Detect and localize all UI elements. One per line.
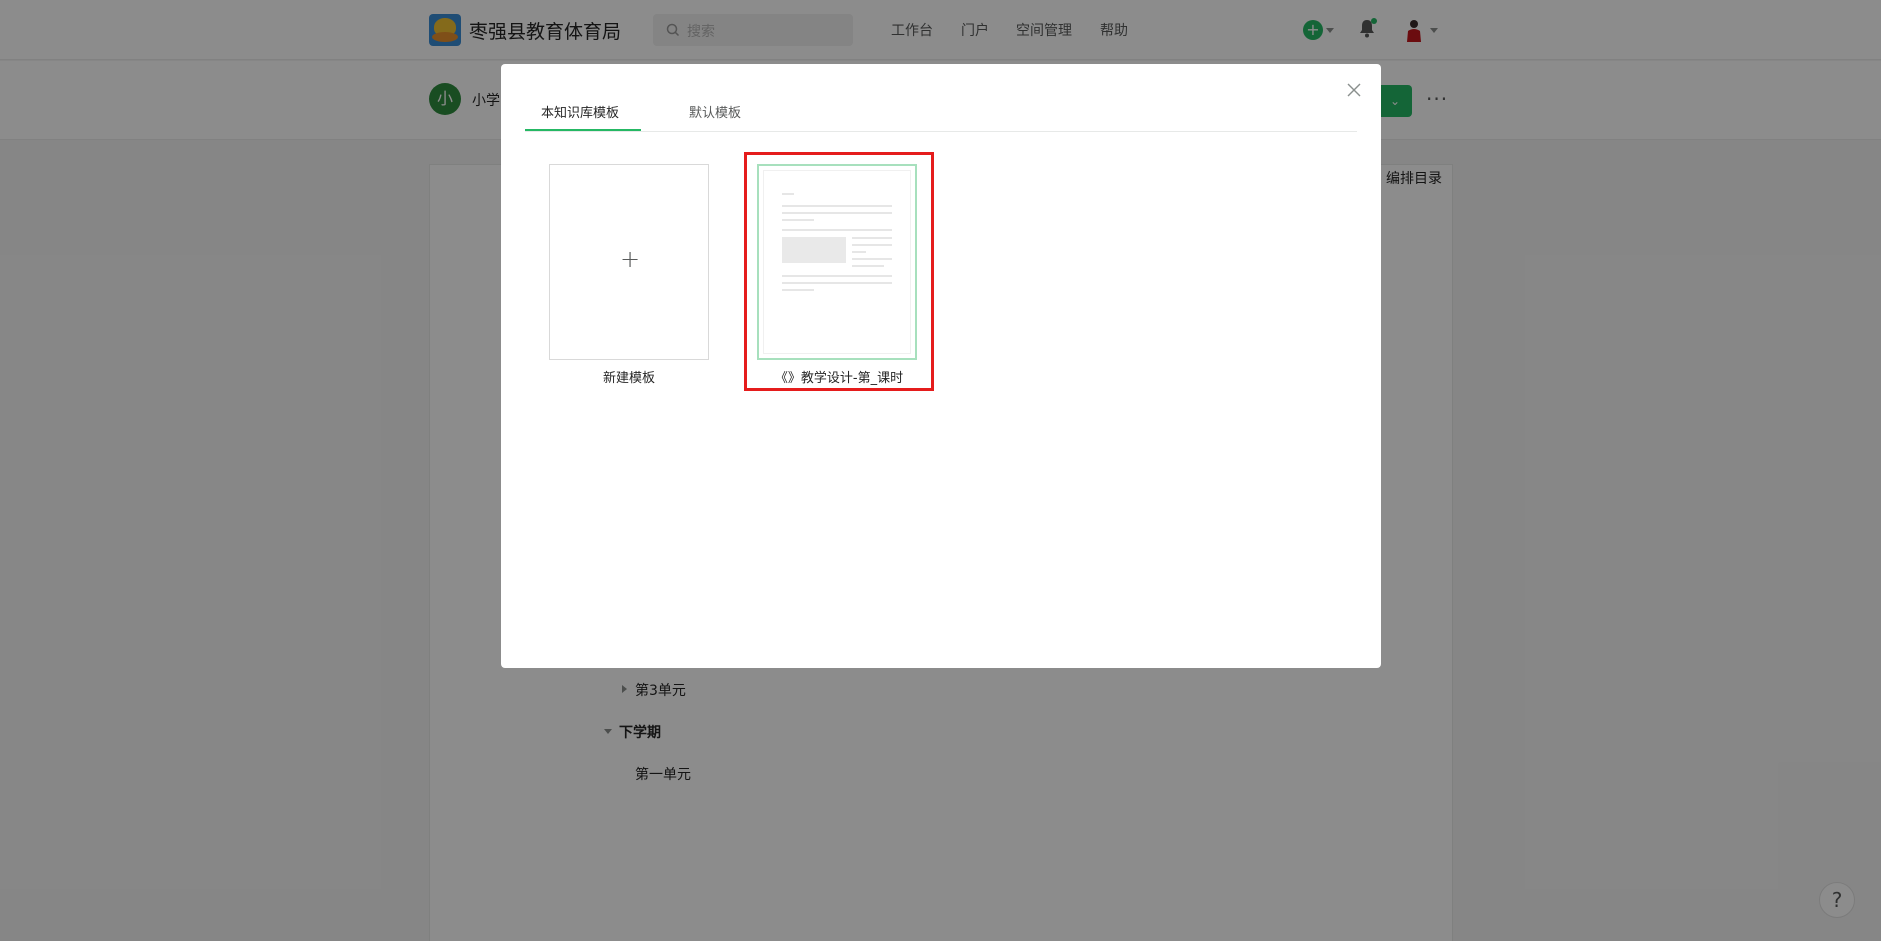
plus-icon: + [619, 245, 641, 273]
preview-line [782, 205, 892, 207]
template-tabs: 本知识库模板 默认模板 [525, 90, 1357, 132]
preview-line [782, 289, 814, 291]
preview-line [852, 237, 892, 239]
preview-line [782, 229, 892, 231]
template-preview [763, 170, 911, 354]
tab-kb-templates[interactable]: 本知识库模板 [541, 102, 619, 121]
template-modal: 本知识库模板 默认模板 + 新建模板 《》教学设计-第_课时 [501, 64, 1381, 668]
preview-line [782, 282, 892, 284]
preview-line [782, 193, 794, 195]
new-template-card[interactable]: + [549, 164, 709, 360]
preview-line [782, 212, 892, 214]
preview-line [782, 219, 814, 221]
new-template-label[interactable]: 新建模板 [549, 367, 709, 386]
template-card[interactable] [757, 164, 917, 360]
preview-line [852, 244, 892, 246]
preview-line [852, 265, 884, 267]
preview-line [782, 275, 892, 277]
preview-line [852, 258, 892, 260]
preview-image [782, 237, 846, 263]
template-label[interactable]: 《》教学设计-第_课时 [741, 367, 937, 386]
preview-line [852, 251, 866, 253]
tab-default-templates[interactable]: 默认模板 [689, 102, 741, 121]
active-tab-indicator [525, 129, 641, 131]
